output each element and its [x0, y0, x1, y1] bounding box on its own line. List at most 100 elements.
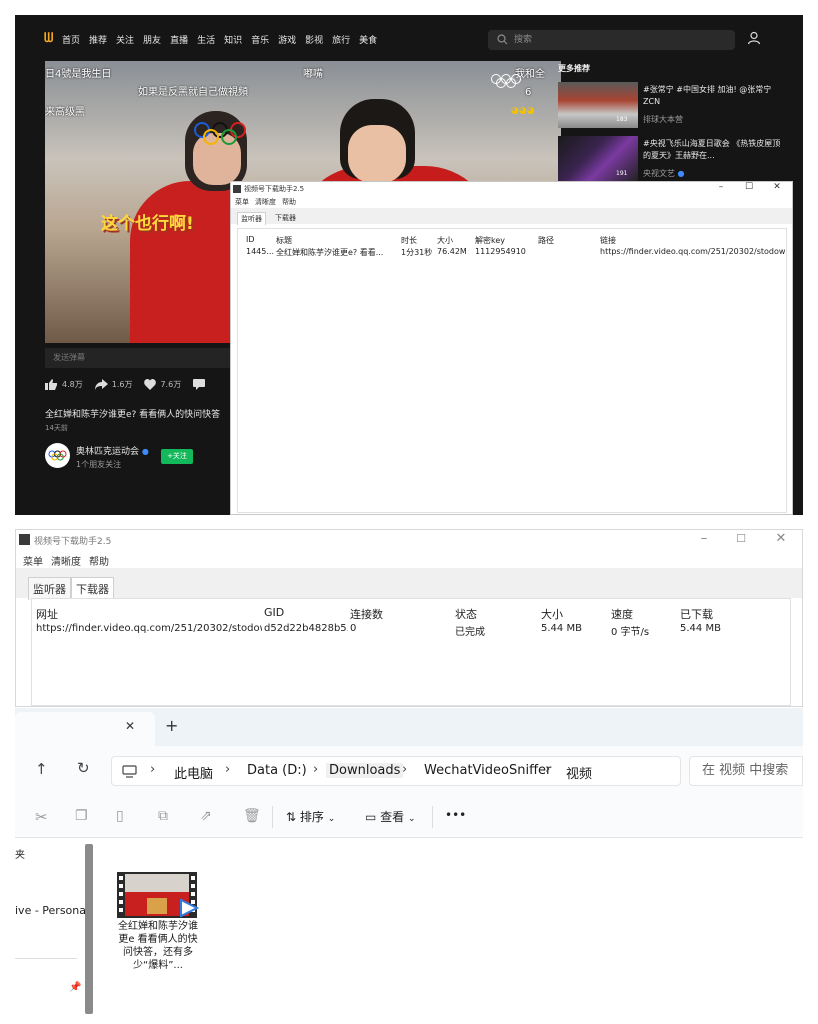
cell-id[interactable]: 1445... — [246, 247, 274, 256]
nav-music[interactable]: 音乐 — [251, 33, 269, 46]
maximize-icon[interactable]: ☐ — [743, 182, 755, 192]
col-header-id[interactable]: ID — [246, 235, 255, 244]
rename-icon[interactable]: ⧉ — [158, 808, 168, 824]
nav-food[interactable]: 美食 — [359, 33, 377, 46]
like-button[interactable]: 4.8万 — [45, 379, 83, 390]
video-stats: 4.8万 1.6万 7.6万 — [45, 379, 206, 390]
menu-main[interactable]: 菜单 — [235, 197, 249, 207]
cell-speed[interactable]: 0 字节/s — [611, 623, 649, 638]
cell-size[interactable]: 76.42M — [437, 247, 467, 256]
site-search-input[interactable]: 搜索 — [488, 30, 735, 50]
tab-downloader[interactable]: 下载器 — [272, 212, 299, 225]
col-header-url[interactable]: 网址 — [36, 606, 58, 622]
cell-duration[interactable]: 1分31秒 — [401, 247, 432, 258]
view-button[interactable]: ▭ 查看 ⌄ — [365, 808, 416, 825]
copy-icon[interactable]: ❐ — [75, 808, 88, 824]
paste-icon[interactable]: ▯ — [116, 808, 124, 824]
col-header-key[interactable]: 解密key — [475, 235, 505, 246]
col-header-path[interactable]: 路径 — [538, 235, 554, 246]
breadcrumb-downloads[interactable]: Downloads — [326, 763, 404, 778]
menu-main[interactable]: 菜单 — [23, 553, 43, 568]
tab-downloader[interactable]: 下载器 — [71, 577, 114, 600]
breadcrumb-wechat-sniffer[interactable]: WechatVideoSniffer — [424, 763, 551, 778]
new-tab-icon[interactable]: + — [165, 716, 178, 735]
col-header-speed[interactable]: 速度 — [611, 606, 633, 622]
chevron-down-icon: ⌄ — [327, 814, 336, 824]
command-bar: ✂ ❐ ▯ ⧉ ⇗ 🗑 ⇅ 排序 ⌄ ▭ 查看 ⌄ ••• — [15, 796, 803, 838]
refresh-icon[interactable]: ↻ — [77, 759, 90, 777]
breadcrumb-video[interactable]: 视频 — [566, 763, 592, 782]
share-count: 1.6万 — [111, 380, 133, 389]
nav-film[interactable]: 影视 — [305, 33, 323, 46]
nav-item-folder[interactable]: 夹 — [15, 846, 25, 861]
cell-size[interactable]: 5.44 MB — [541, 623, 582, 634]
col-header-size[interactable]: 大小 — [541, 606, 563, 622]
tabs: 监听器 下载器 — [28, 577, 114, 600]
more-options-button[interactable]: ••• — [445, 808, 466, 822]
explorer-search-input[interactable]: 在 视频 中搜索 — [689, 756, 803, 786]
breadcrumb-data-drive[interactable]: Data (D:) — [247, 763, 307, 778]
cell-link[interactable]: https://finder.video.qq.com/251/20302/st… — [600, 247, 786, 256]
col-header-connections[interactable]: 连接数 — [350, 606, 383, 622]
nav-live[interactable]: 直播 — [170, 33, 188, 46]
cell-url[interactable]: https://finder.video.qq.com/251/20302/st… — [36, 623, 262, 634]
cell-connections[interactable]: 0 — [350, 623, 356, 634]
menu-quality[interactable]: 清晰度 — [51, 553, 81, 568]
nav-life[interactable]: 生活 — [197, 33, 215, 46]
col-header-status[interactable]: 状态 — [455, 606, 477, 622]
nav-home[interactable]: 首页 — [62, 33, 80, 46]
minimize-icon[interactable]: – — [715, 182, 727, 192]
cell-gid[interactable]: d52d22b4828b5... — [264, 623, 348, 634]
menu-help[interactable]: 帮助 — [89, 553, 109, 568]
favorite-button[interactable]: 7.6万 — [144, 379, 181, 390]
minimize-icon[interactable]: – — [696, 531, 712, 546]
danmaku-input[interactable]: 发送弹幕 — [45, 348, 245, 368]
recommendation-item[interactable]: 191 #央视飞乐山海夏日歌会 《热铁皮屋顶的夏天》王赫野在... 央视文艺 ● — [558, 136, 788, 182]
cell-title[interactable]: 全红婵和陈芋汐谁更e? 看看... — [276, 247, 398, 258]
nav-friends[interactable]: 朋友 — [143, 33, 161, 46]
delete-icon[interactable]: 🗑 — [243, 808, 261, 824]
tab-listener[interactable]: 监听器 — [28, 577, 71, 600]
navigation-scrollbar[interactable] — [85, 844, 93, 1014]
breadcrumb-this-pc[interactable]: 此电脑 — [174, 763, 213, 782]
explorer-tab[interactable]: ✕ — [15, 712, 155, 746]
col-header-title[interactable]: 标题 — [276, 235, 292, 246]
nav-knowledge[interactable]: 知识 — [224, 33, 242, 46]
comment-icon[interactable] — [193, 379, 206, 390]
recommendation-item[interactable]: 183 #张常宁 #中国女排 加油! @张常宁ZCN 排球大本营 — [558, 82, 788, 128]
site-logo[interactable]: ᗯ — [44, 32, 58, 46]
channel-avatar[interactable] — [45, 443, 70, 468]
col-header-duration[interactable]: 时长 — [401, 235, 417, 246]
user-icon[interactable] — [747, 31, 761, 45]
menu-help[interactable]: 帮助 — [282, 197, 296, 207]
cell-downloaded[interactable]: 5.44 MB — [680, 623, 721, 634]
share-icon[interactable]: ⇗ — [200, 808, 212, 824]
address-bar[interactable]: › 此电脑 › Data (D:) › Downloads › WechatVi… — [111, 756, 681, 786]
menu-quality[interactable]: 清晰度 — [255, 197, 276, 207]
col-header-gid[interactable]: GID — [264, 606, 284, 619]
share-button[interactable]: 1.6万 — [94, 379, 133, 390]
cut-icon[interactable]: ✂ — [35, 808, 48, 826]
nav-travel[interactable]: 旅行 — [332, 33, 350, 46]
nav-recommend[interactable]: 推荐 — [89, 33, 107, 46]
col-header-size[interactable]: 大小 — [437, 235, 453, 246]
col-header-link[interactable]: 链接 — [600, 235, 616, 246]
close-icon[interactable]: ✕ — [771, 182, 783, 192]
nav-item-onedrive[interactable]: ive - Personal — [15, 904, 89, 917]
cell-status[interactable]: 已完成 — [455, 623, 485, 638]
menu-bar: 菜单 清晰度 帮助 — [23, 553, 109, 568]
nav-games[interactable]: 游戏 — [278, 33, 296, 46]
cell-key[interactable]: 1112954910 — [475, 247, 526, 256]
close-icon[interactable]: ✕ — [773, 531, 789, 546]
tab-listener[interactable]: 监听器 — [237, 212, 266, 225]
follow-button[interactable]: +关注 — [161, 449, 193, 464]
tab-close-icon[interactable]: ✕ — [125, 719, 135, 733]
sort-button[interactable]: ⇅ 排序 ⌄ — [286, 808, 335, 825]
col-header-downloaded[interactable]: 已下载 — [680, 606, 713, 622]
nav-follow[interactable]: 关注 — [116, 33, 134, 46]
pin-icon[interactable]: 📌 — [69, 982, 81, 993]
video-title: 全红婵和陈芋汐谁更e? 看看俩人的快问快答 — [45, 410, 221, 420]
up-arrow-icon[interactable]: ↑ — [35, 760, 48, 778]
channel-name[interactable]: 奥林匹克运动会 ● — [76, 444, 149, 457]
maximize-icon[interactable]: ☐ — [733, 532, 749, 545]
